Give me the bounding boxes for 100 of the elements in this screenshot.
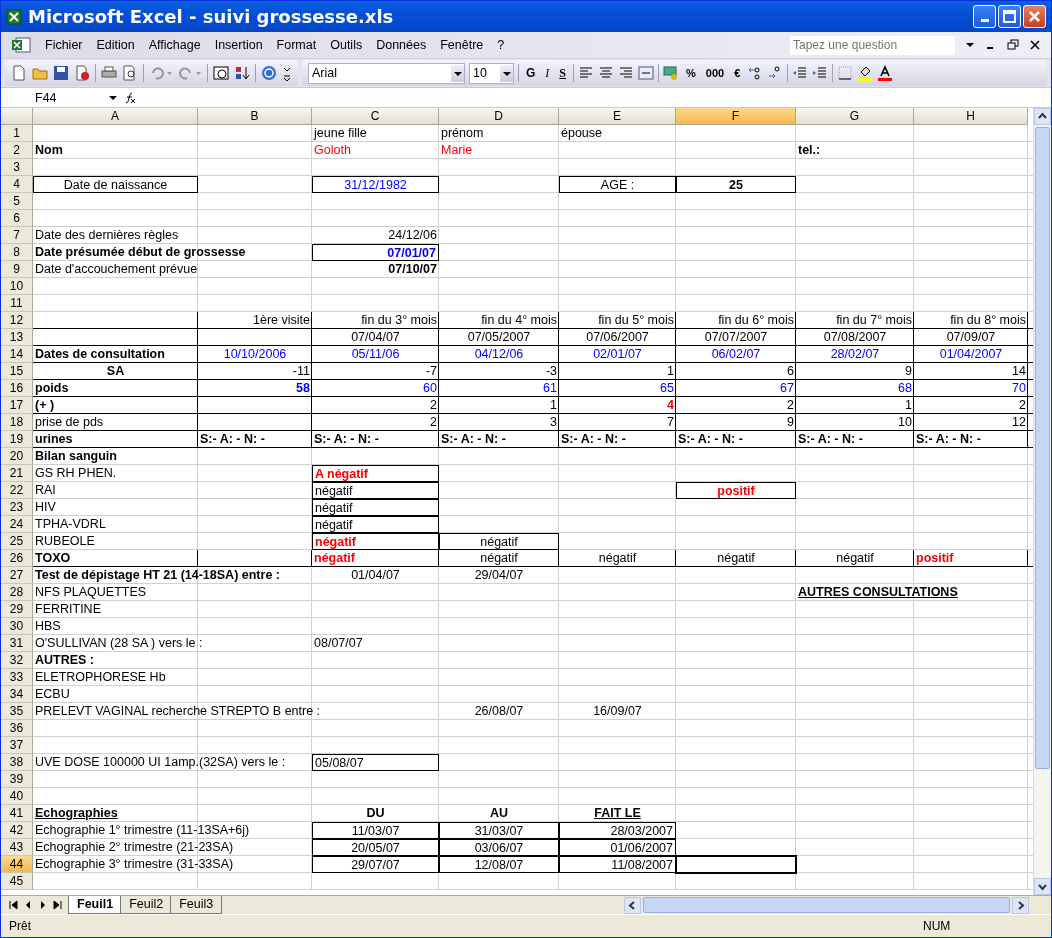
- row-header[interactable]: 34: [1, 686, 33, 703]
- spreadsheet-icon[interactable]: [11, 36, 33, 54]
- number-format-button[interactable]: %: [683, 63, 699, 83]
- row-header[interactable]: 32: [1, 652, 33, 669]
- save-icon[interactable]: [53, 65, 69, 81]
- row-header[interactable]: 11: [1, 295, 33, 312]
- row-header[interactable]: 18: [1, 414, 33, 431]
- number-format-button[interactable]: €: [731, 63, 744, 83]
- row-header[interactable]: 27: [1, 567, 33, 584]
- row-header[interactable]: 14: [1, 346, 33, 363]
- sheet-tab[interactable]: Feuil1: [68, 896, 123, 914]
- menu-item[interactable]: ?: [491, 36, 511, 54]
- row-header[interactable]: 20: [1, 448, 33, 465]
- row-header[interactable]: 42: [1, 822, 33, 839]
- sheet-tab[interactable]: Feuil2: [120, 896, 173, 914]
- row-header[interactable]: 21: [1, 465, 33, 482]
- close-button[interactable]: [1023, 5, 1046, 28]
- name-box[interactable]: F44: [1, 88, 119, 107]
- restore-icon[interactable]: [1007, 39, 1019, 51]
- new-document-icon[interactable]: [11, 65, 27, 81]
- align-center-icon[interactable]: [598, 65, 615, 81]
- menu-item[interactable]: Outils: [324, 36, 369, 54]
- column-header[interactable]: A: [33, 108, 198, 125]
- increase-indent-icon[interactable]: [812, 65, 829, 81]
- row-header[interactable]: 26: [1, 550, 33, 567]
- row-header[interactable]: 30: [1, 618, 33, 635]
- sort-icon[interactable]: [234, 65, 250, 81]
- row-header[interactable]: 16: [1, 380, 33, 397]
- column-header[interactable]: D: [439, 108, 559, 125]
- minimize-button[interactable]: [973, 5, 996, 28]
- row-header[interactable]: 25: [1, 533, 33, 550]
- menu-item[interactable]: Affichage: [142, 36, 207, 54]
- row-header[interactable]: 10: [1, 278, 33, 295]
- row-header[interactable]: 5: [1, 193, 33, 210]
- row-header[interactable]: 17: [1, 397, 33, 414]
- first-sheet-icon[interactable]: [7, 899, 19, 911]
- row-header[interactable]: 6: [1, 210, 33, 227]
- format-button[interactable]: G: [523, 63, 539, 83]
- active-cell[interactable]: [675, 855, 797, 874]
- row-header[interactable]: 2: [1, 142, 33, 159]
- row-header[interactable]: 33: [1, 669, 33, 686]
- row-header[interactable]: 8: [1, 244, 33, 261]
- menu-item[interactable]: Données: [370, 36, 433, 54]
- align-left-icon[interactable]: [578, 65, 595, 81]
- row-header[interactable]: 36: [1, 720, 33, 737]
- help-icon[interactable]: [261, 65, 277, 81]
- row-header[interactable]: 12: [1, 312, 33, 329]
- row-header[interactable]: 9: [1, 261, 33, 278]
- row-header[interactable]: 1: [1, 125, 33, 142]
- row-header[interactable]: 31: [1, 635, 33, 652]
- row-header[interactable]: 35: [1, 703, 33, 720]
- row-header[interactable]: 3: [1, 159, 33, 176]
- row-header[interactable]: 44: [1, 856, 33, 873]
- decrease-indent-icon[interactable]: [792, 65, 809, 81]
- column-header[interactable]: B: [198, 108, 312, 125]
- row-header[interactable]: 19: [1, 431, 33, 448]
- row-header[interactable]: 24: [1, 516, 33, 533]
- row-header[interactable]: 39: [1, 771, 33, 788]
- scroll-left-icon[interactable]: [624, 896, 641, 914]
- menu-item[interactable]: Insertion: [208, 36, 269, 54]
- row-header[interactable]: 29: [1, 601, 33, 618]
- font-color-icon[interactable]: [877, 65, 894, 81]
- column-header[interactable]: E: [559, 108, 676, 125]
- money-icon[interactable]: [663, 65, 680, 81]
- menu-item[interactable]: Fichier: [39, 36, 89, 54]
- merge-center-icon[interactable]: [638, 65, 655, 81]
- print-preview-icon[interactable]: [122, 65, 138, 81]
- printer-icon[interactable]: [101, 65, 117, 81]
- column-header[interactable]: G: [796, 108, 914, 125]
- row-header[interactable]: 13: [1, 329, 33, 346]
- borders-icon[interactable]: [837, 65, 854, 81]
- maximize-button[interactable]: [998, 5, 1021, 28]
- column-header[interactable]: H: [914, 108, 1028, 125]
- row-header[interactable]: 37: [1, 737, 33, 754]
- font-size-dropdown[interactable]: 10: [469, 62, 514, 84]
- format-button[interactable]: S: [556, 63, 570, 83]
- scroll-right-icon[interactable]: [1012, 896, 1029, 914]
- align-right-icon[interactable]: [618, 65, 635, 81]
- row-header[interactable]: 45: [1, 873, 33, 890]
- scroll-down-icon[interactable]: [1034, 878, 1051, 895]
- fill-color-icon[interactable]: [857, 65, 874, 81]
- row-header[interactable]: 7: [1, 227, 33, 244]
- menu-item[interactable]: Format: [270, 36, 323, 54]
- last-sheet-icon[interactable]: [52, 899, 64, 911]
- row-header[interactable]: 23: [1, 499, 33, 516]
- column-header[interactable]: C: [312, 108, 439, 125]
- row-header[interactable]: 4: [1, 176, 33, 193]
- menu-item[interactable]: Fenêtre: [434, 36, 490, 54]
- number-format-button[interactable]: 000: [702, 63, 728, 83]
- vertical-scrollbar[interactable]: [1033, 108, 1051, 895]
- format-button[interactable]: I: [542, 63, 553, 83]
- scroll-thumb[interactable]: [1035, 127, 1050, 769]
- row-header[interactable]: 28: [1, 584, 33, 601]
- close-icon[interactable]: [1029, 39, 1041, 51]
- menu-item[interactable]: Edition: [90, 36, 141, 54]
- column-header[interactable]: F: [676, 108, 796, 125]
- sheet-tab[interactable]: Feuil3: [170, 896, 223, 914]
- row-header[interactable]: 40: [1, 788, 33, 805]
- row-header[interactable]: 38: [1, 754, 33, 771]
- row-header[interactable]: 22: [1, 482, 33, 499]
